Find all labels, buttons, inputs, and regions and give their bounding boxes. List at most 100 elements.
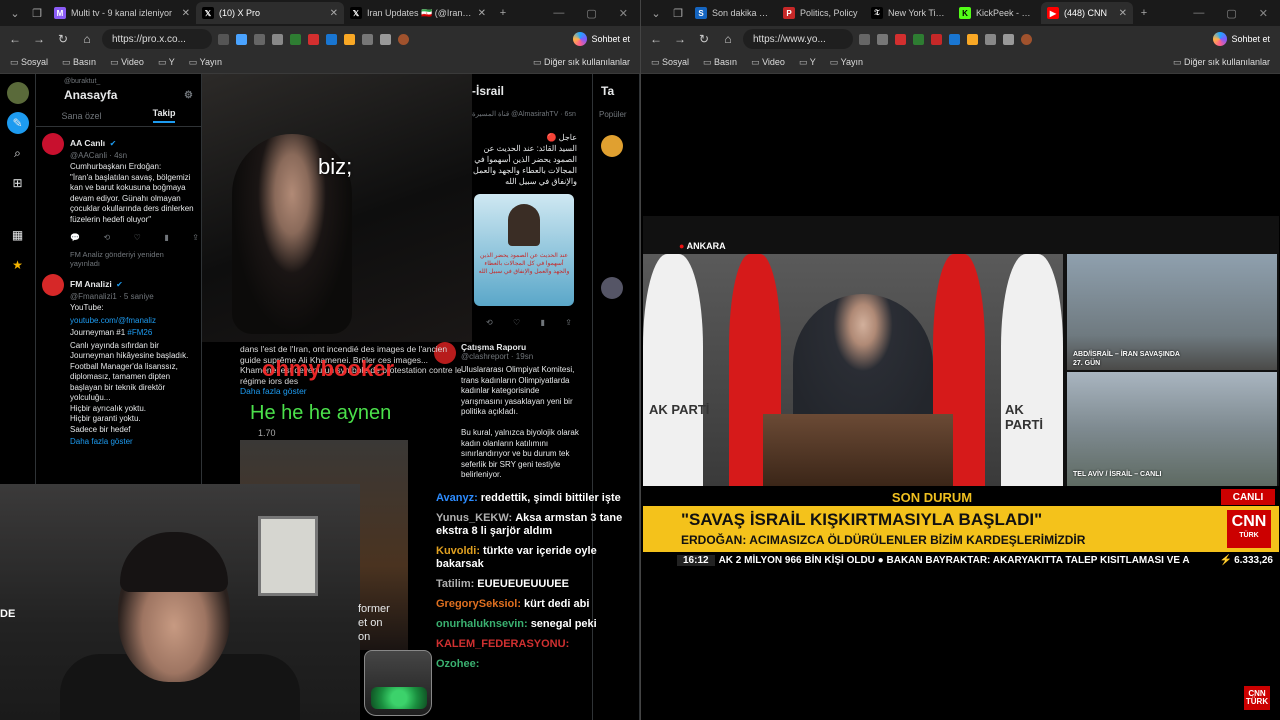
workspaces-icon[interactable]: ❐ bbox=[667, 2, 689, 24]
extension-icon[interactable] bbox=[913, 33, 924, 45]
extension-icon[interactable] bbox=[290, 33, 301, 45]
extension-icon[interactable] bbox=[967, 33, 978, 45]
like-icon[interactable]: ♡ bbox=[513, 318, 520, 327]
address-bar[interactable]: https://pro.x.co... bbox=[102, 29, 212, 49]
reply-icon[interactable]: 💬 bbox=[70, 233, 80, 242]
retweet-icon[interactable]: ⟲ bbox=[486, 318, 493, 327]
chat-user[interactable]: Tatilim: bbox=[436, 578, 474, 590]
avatar[interactable] bbox=[42, 133, 64, 155]
chat-user[interactable]: Yunus_KEKW: bbox=[436, 512, 512, 524]
copilot-button[interactable]: Sohbet et bbox=[573, 32, 634, 46]
close-icon[interactable]: ✕ bbox=[1119, 8, 1127, 19]
address-bar[interactable]: https://www.yo... bbox=[743, 29, 853, 49]
profile-avatar[interactable] bbox=[398, 33, 409, 45]
tab-youtube-cnn[interactable]: ▶ (448) CNN ✕ bbox=[1041, 2, 1133, 24]
extension-icon[interactable] bbox=[344, 33, 355, 45]
retweet-icon[interactable]: ⟲ bbox=[103, 233, 110, 242]
bookmark-folder[interactable]: Y bbox=[158, 57, 175, 68]
back-icon[interactable]: ← bbox=[647, 32, 665, 46]
other-bookmarks[interactable]: Diğer sık kullanılanlar bbox=[533, 57, 630, 68]
tab-son-dakika[interactable]: S Son dakika haber bbox=[689, 2, 777, 24]
close-icon[interactable]: ✕ bbox=[182, 8, 190, 19]
close-window-icon[interactable]: ✕ bbox=[619, 7, 628, 20]
extension-icon[interactable] bbox=[254, 33, 265, 45]
new-tab-icon[interactable]: + bbox=[1133, 2, 1155, 24]
star-icon[interactable]: ★ bbox=[7, 254, 29, 276]
column-icon[interactable]: ▦ bbox=[7, 224, 29, 246]
copilot-button[interactable]: Sohbet et bbox=[1213, 32, 1274, 46]
bookmark-folder[interactable]: Y bbox=[799, 57, 816, 68]
tab-menu-icon[interactable]: ⌄ bbox=[645, 2, 667, 24]
tweet[interactable]: AA Canlı ✔ @AACanli · 4sn Cumhurbaşkanı … bbox=[36, 127, 201, 229]
refresh-icon[interactable]: ↻ bbox=[54, 32, 72, 46]
tab-for-you[interactable]: Sana özel bbox=[62, 111, 102, 121]
home-icon[interactable]: ⌂ bbox=[78, 32, 96, 46]
avatar[interactable] bbox=[601, 135, 623, 157]
bookmark-folder[interactable]: Basın bbox=[62, 57, 96, 68]
split-screen-icon[interactable] bbox=[380, 33, 391, 45]
chat-user[interactable]: Ozohee: bbox=[436, 658, 479, 670]
workspaces-icon[interactable]: ❐ bbox=[26, 2, 48, 24]
close-icon[interactable]: ✕ bbox=[478, 8, 486, 19]
maximize-icon[interactable]: ▢ bbox=[586, 7, 596, 20]
extension-icon[interactable] bbox=[218, 33, 229, 45]
chat-user[interactable]: GregorySeksiol: bbox=[436, 598, 521, 610]
bookmark-folder[interactable]: Sosyal bbox=[651, 57, 689, 68]
extension-icon[interactable] bbox=[859, 33, 870, 45]
profile-avatar[interactable] bbox=[6, 82, 29, 104]
compose-icon[interactable]: ✎ bbox=[6, 112, 29, 134]
tweet[interactable]: FM Analizi ✔ @Fmanalizi1 · 5 saniye YouT… bbox=[36, 268, 201, 452]
tab-xpro[interactable]: 𝕏 (10) X Pro ✕ bbox=[196, 2, 344, 24]
other-bookmarks[interactable]: Diğer sık kullanılanlar bbox=[1173, 57, 1270, 68]
extension-icon[interactable] bbox=[308, 33, 319, 45]
bookmark-folder[interactable]: Yayın bbox=[830, 57, 863, 68]
share-icon[interactable]: ⇪ bbox=[565, 318, 572, 327]
close-window-icon[interactable]: ✕ bbox=[1259, 7, 1268, 20]
home-icon[interactable]: ⌂ bbox=[719, 32, 737, 46]
settings-icon[interactable]: ⚙ bbox=[184, 90, 193, 101]
tweet-link[interactable]: youtube.com/@fmanaliz bbox=[70, 316, 195, 327]
like-icon[interactable]: ♡ bbox=[134, 233, 141, 242]
star-icon[interactable] bbox=[236, 33, 247, 45]
tweet-author[interactable]: AA Canlı bbox=[70, 138, 105, 148]
forward-icon[interactable]: → bbox=[671, 32, 689, 46]
maximize-icon[interactable]: ▢ bbox=[1226, 7, 1236, 20]
bookmark-folder[interactable]: Video bbox=[110, 57, 144, 68]
share-icon[interactable]: ⇪ bbox=[192, 233, 199, 242]
show-more-link[interactable]: Daha fazla göster bbox=[70, 437, 195, 448]
back-icon[interactable]: ← bbox=[6, 32, 24, 46]
avatar[interactable] bbox=[601, 277, 623, 299]
bookmark-folder[interactable]: Basın bbox=[703, 57, 737, 68]
extension-icon[interactable] bbox=[931, 33, 942, 45]
tweet-author[interactable]: FM Analizi bbox=[70, 279, 112, 289]
views-icon[interactable]: ▮ bbox=[164, 233, 168, 242]
search-icon[interactable]: ⌕ bbox=[7, 142, 29, 164]
tab-kickpeek[interactable]: K KickPeek - Kick bbox=[953, 2, 1041, 24]
chat-user[interactable]: Kuvoldi: bbox=[436, 545, 480, 557]
extension-icon[interactable] bbox=[362, 33, 373, 45]
bookmark-folder[interactable]: Yayın bbox=[189, 57, 222, 68]
hashtag-link[interactable]: #FM26 bbox=[127, 328, 152, 337]
extension-icon[interactable] bbox=[949, 33, 960, 45]
extension-icon[interactable] bbox=[895, 33, 906, 45]
tab-nytimes[interactable]: 𝔗 New York Times bbox=[865, 2, 953, 24]
bookmark-folder[interactable]: Video bbox=[751, 57, 785, 68]
forward-icon[interactable]: → bbox=[30, 32, 48, 46]
views-icon[interactable]: ▮ bbox=[541, 318, 545, 327]
tweet-image[interactable]: عند الحديث عن الصمود يحضر الذين أسهموا ف… bbox=[474, 194, 574, 306]
profile-avatar[interactable] bbox=[1021, 33, 1032, 45]
star-icon[interactable] bbox=[877, 33, 888, 45]
tweet-author[interactable]: Çatışma Raporu bbox=[461, 342, 579, 352]
add-column-icon[interactable]: ⊞ bbox=[7, 172, 29, 194]
split-screen-icon[interactable] bbox=[1003, 33, 1014, 45]
tab-multitv[interactable]: M Multi tv - 9 kanal izleniyor ✕ bbox=[48, 2, 196, 24]
chat-user[interactable]: Avanyz: bbox=[436, 492, 478, 504]
tab-politico[interactable]: P Politics, Policy bbox=[777, 2, 865, 24]
tab-popular[interactable]: Popüler bbox=[593, 108, 639, 121]
close-icon[interactable]: ✕ bbox=[330, 8, 338, 19]
tab-iranupdates[interactable]: 𝕏 Iran Updates 🇮🇷 (@IranUpdate ✕ bbox=[344, 2, 492, 24]
minimize-icon[interactable]: — bbox=[1193, 7, 1204, 20]
tab-menu-icon[interactable]: ⌄ bbox=[4, 2, 26, 24]
minimize-icon[interactable]: — bbox=[553, 7, 564, 20]
extension-icon[interactable] bbox=[326, 33, 337, 45]
